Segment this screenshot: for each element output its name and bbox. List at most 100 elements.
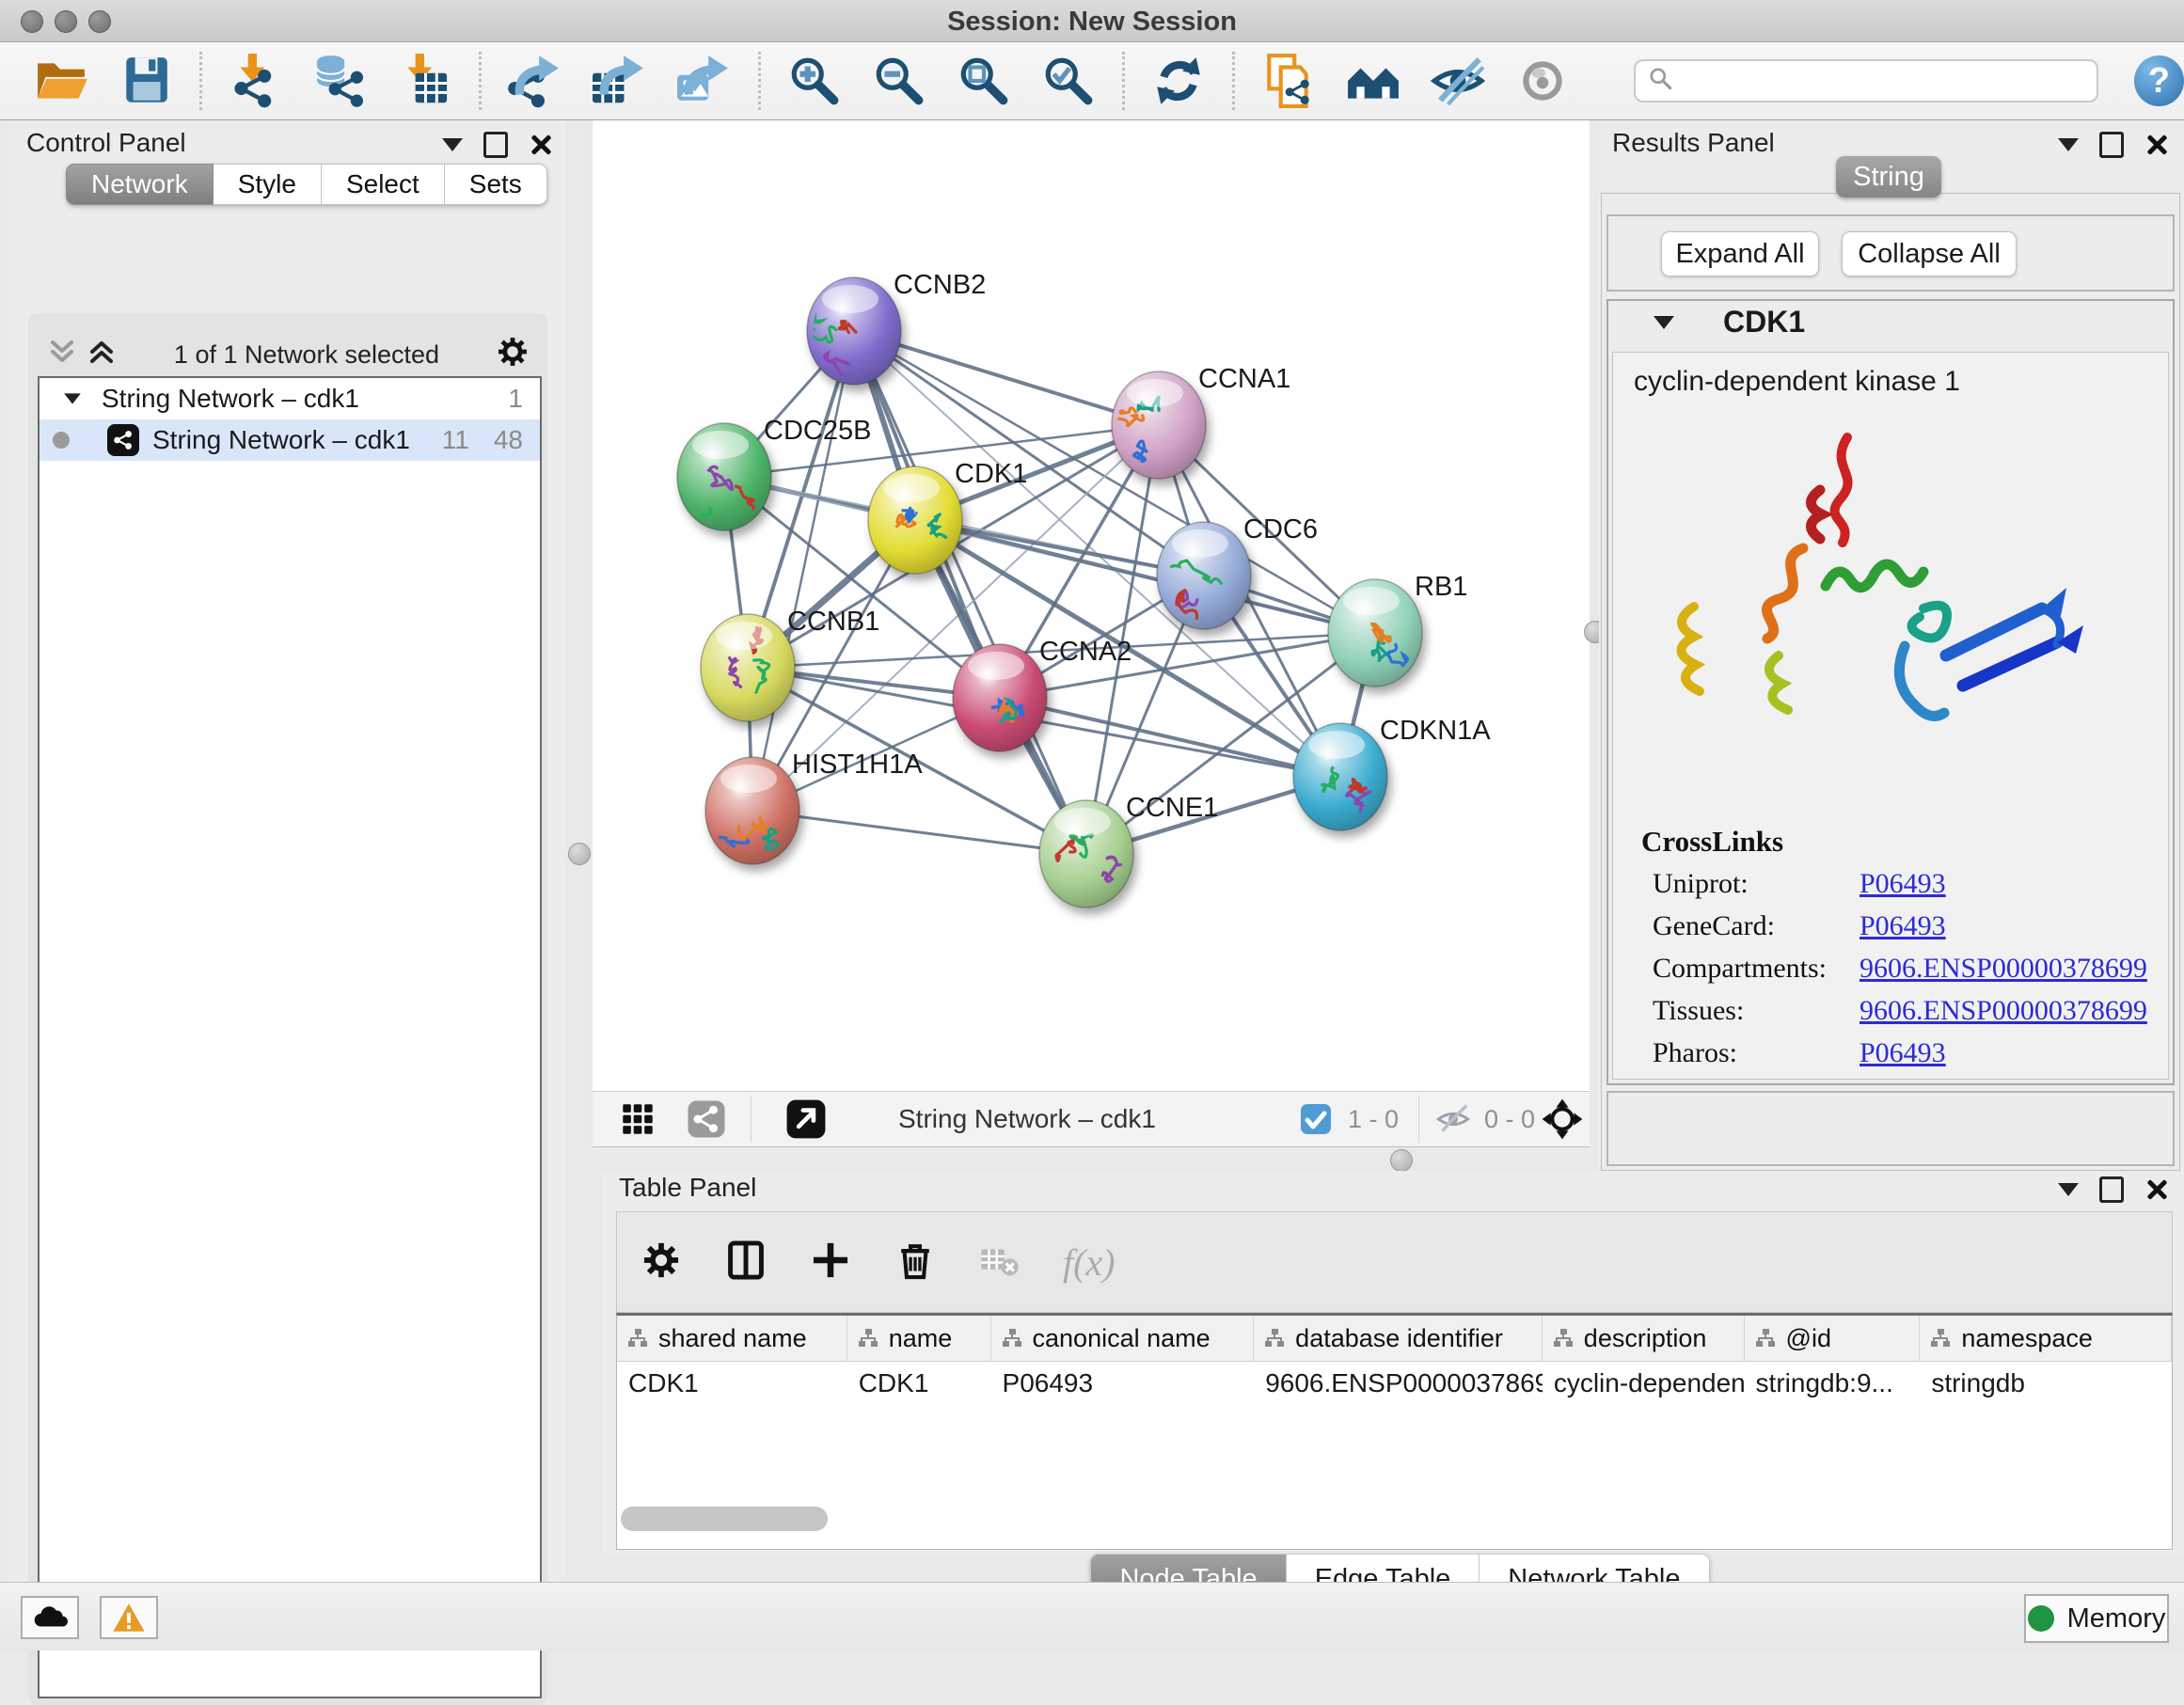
table-options-gear-icon[interactable] <box>640 1239 683 1287</box>
refresh-button[interactable] <box>1149 52 1208 110</box>
node-label-CCNA2: CCNA2 <box>1039 637 1132 667</box>
control-panel-float-icon[interactable] <box>483 132 508 158</box>
table-cell: cyclin-dependent ... <box>1543 1362 1745 1405</box>
column-header-sharedname[interactable]: shared name <box>617 1316 847 1361</box>
table-horizontal-scrollbar[interactable] <box>621 1507 828 1531</box>
crosslink-link[interactable]: 9606.ENSP00000378699 <box>1860 995 2147 1027</box>
import-database-button[interactable] <box>311 52 370 110</box>
network-view-icon[interactable] <box>687 1099 726 1139</box>
export-image-button[interactable] <box>675 52 734 110</box>
show-columns-icon[interactable] <box>724 1239 768 1287</box>
column-header-databaseidentifier[interactable]: database identifier <box>1254 1316 1543 1361</box>
clone-network-button[interactable] <box>1259 52 1318 110</box>
table-panel-float-icon[interactable] <box>2099 1176 2124 1203</box>
column-header-description[interactable]: description <box>1543 1316 1745 1361</box>
memory-status-dot <box>2028 1605 2054 1632</box>
results-panel-float-icon[interactable] <box>2099 132 2124 158</box>
network-options-gear-icon[interactable] <box>495 334 530 376</box>
table-panel-collapse-icon[interactable] <box>2058 1183 2079 1196</box>
zoom-selected-button[interactable] <box>1039 52 1098 110</box>
node-CCNA1[interactable]: CCNA1 <box>1112 364 1290 479</box>
node-CCNE1[interactable]: CCNE1 <box>1039 793 1218 908</box>
crosslink-link[interactable]: 9606.ENSP00000378699 <box>1860 953 2147 985</box>
export-table-button[interactable] <box>591 52 649 110</box>
network-canvas[interactable]: CCNB2 CCNA1 CDC25B CDK1 CDC6 RB1 CCNB1 C… <box>593 120 1590 1091</box>
edge-CCNA2-CDKN1A[interactable] <box>1000 698 1340 777</box>
network-collection-row[interactable]: String Network – cdk1 1 <box>40 378 540 419</box>
edge-CCNB2-HIST1H1A[interactable] <box>752 331 854 811</box>
column-header-namespace[interactable]: namespace <box>1920 1316 2172 1361</box>
hide-selected-button[interactable] <box>1429 52 1487 110</box>
crosslink-link[interactable]: P06493 <box>1860 910 1946 942</box>
network-row[interactable]: String Network – cdk1 11 48 <box>40 419 540 461</box>
save-icon <box>119 54 173 108</box>
collapse-all-networks-icon[interactable] <box>45 335 79 375</box>
node-label-HIST1H1A: HIST1H1A <box>792 750 923 780</box>
tab-style[interactable]: Style <box>214 164 322 205</box>
open-button[interactable] <box>32 52 90 110</box>
tab-network[interactable]: Network <box>66 164 214 205</box>
add-column-icon[interactable] <box>809 1239 852 1287</box>
collapse-all-button[interactable]: Collapse All <box>1842 231 2017 276</box>
search-input[interactable] <box>1675 66 2097 97</box>
grid-view-icon[interactable] <box>619 1099 657 1139</box>
node-RB1[interactable]: RB1 <box>1328 572 1467 687</box>
table-panel-close-icon[interactable] <box>2144 1178 2167 1201</box>
birdseye-navigator-icon[interactable] <box>1541 1099 1584 1139</box>
search-field[interactable] <box>1634 59 2098 103</box>
node-label-CDK1: CDK1 <box>955 459 1027 489</box>
tab-select[interactable]: Select <box>322 164 445 205</box>
column-header-name[interactable]: name <box>847 1316 991 1361</box>
table-cell: CDK1 <box>847 1362 991 1405</box>
memory-button[interactable]: Memory <box>2024 1594 2169 1643</box>
cloud-status-button[interactable] <box>21 1596 79 1639</box>
selected-checkbox-icon[interactable] <box>1300 1099 1332 1139</box>
expand-all-networks-icon[interactable] <box>85 335 119 375</box>
import-table-button[interactable] <box>396 52 454 110</box>
save-button[interactable] <box>117 52 175 110</box>
hidden-eye-slash-icon[interactable] <box>1434 1099 1472 1139</box>
first-neighbors-button[interactable] <box>1344 52 1402 110</box>
export-network-button[interactable] <box>506 52 564 110</box>
gene-entry-collapse-icon[interactable] <box>1654 316 1674 329</box>
node-CCNB1[interactable]: CCNB1 <box>701 607 879 721</box>
warnings-button[interactable] <box>100 1596 158 1639</box>
edge-HIST1H1A-CCNE1[interactable] <box>752 811 1086 854</box>
crosslink-row: GeneCard: P06493 <box>1653 910 2160 952</box>
control-panel: Control Panel NetworkStyleSelectSets 1 o… <box>9 120 566 1587</box>
import-network-icon <box>229 54 283 108</box>
tab-string[interactable]: String <box>1836 156 1941 197</box>
node-CDC25B[interactable]: CDC25B <box>677 416 871 530</box>
left-splitter-grip[interactable] <box>568 843 591 865</box>
control-panel-tabs: NetworkStyleSelectSets <box>66 164 547 205</box>
help-button[interactable]: ? <box>2134 55 2184 106</box>
import-network-button[interactable] <box>227 52 285 110</box>
zoom-in-button[interactable] <box>785 52 844 110</box>
zoom-fit-button[interactable] <box>955 52 1013 110</box>
node-CCNB2[interactable]: CCNB2 <box>807 270 986 390</box>
column-header-id[interactable]: @id <box>1745 1316 1921 1361</box>
table-row[interactable]: CDK1CDK1P064939606.ENSP00000378699cyclin… <box>617 1362 2172 1405</box>
crosslink-link[interactable]: P06493 <box>1860 868 1946 900</box>
control-panel-collapse-icon[interactable] <box>442 138 463 151</box>
open-view-in-window-icon[interactable] <box>785 1099 827 1139</box>
collection-expand-icon[interactable] <box>64 393 81 403</box>
control-panel-close-icon[interactable] <box>529 134 551 156</box>
show-all-button[interactable] <box>1513 52 1572 110</box>
node-HIST1H1A[interactable]: HIST1H1A <box>705 750 923 864</box>
delete-column-icon[interactable] <box>894 1239 937 1287</box>
column-type-icon <box>626 1327 649 1350</box>
crosslink-link[interactable]: P06493 <box>1860 1037 1946 1069</box>
horizontal-splitter-grip[interactable] <box>1390 1149 1413 1172</box>
tab-sets[interactable]: Sets <box>445 164 547 205</box>
column-type-icon <box>1929 1327 1952 1350</box>
expand-all-button[interactable]: Expand All <box>1661 231 1819 276</box>
crosslink-row: Pharos: P06493 <box>1653 1037 2160 1079</box>
column-header-canonicalname[interactable]: canonical name <box>991 1316 1255 1361</box>
table-cell: 9606.ENSP00000378699 <box>1254 1362 1543 1405</box>
zoom-out-button[interactable] <box>870 52 928 110</box>
results-panel-collapse-icon[interactable] <box>2058 138 2079 151</box>
node-CDKN1A[interactable]: CDKN1A <box>1293 716 1491 830</box>
collection-label: String Network – cdk1 <box>102 384 508 414</box>
results-panel-close-icon[interactable] <box>2144 134 2167 156</box>
